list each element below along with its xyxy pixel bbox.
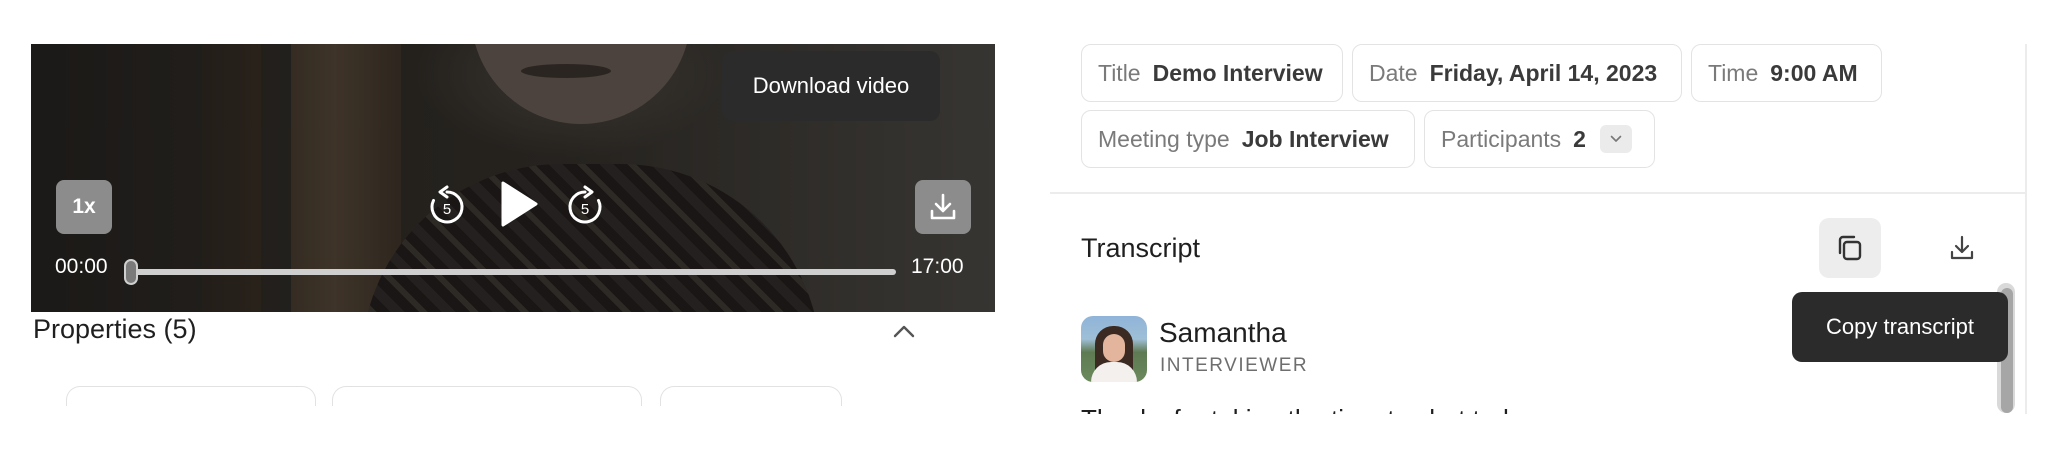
rewind-button[interactable]: 5 [420,180,474,234]
date-chip: Date Friday, April 14, 2023 [1352,44,1682,102]
play-icon [501,181,538,227]
meeting-type-label: Meeting type [1098,125,1230,152]
duration: 17:00 [911,255,964,278]
property-chip [660,386,842,406]
title-label: Title [1098,59,1141,86]
time-label: Time [1708,59,1759,86]
panel-bottom-edge [1050,414,2026,460]
chevron-down-icon [1610,135,1622,142]
time-chip: Time 9:00 AM [1691,44,1882,102]
section-divider [1050,192,2026,194]
download-icon [930,193,956,220]
meeting-type-value: Job Interview [1241,125,1389,152]
play-button[interactable] [489,172,549,236]
property-chip [66,386,316,406]
download-video-button[interactable] [915,180,971,234]
chevron-up-icon [893,325,915,338]
avatar [1081,316,1147,382]
panel-border [2025,44,2027,414]
playback-speed-button[interactable]: 1x [56,180,112,234]
svg-text:5: 5 [581,201,589,218]
copy-icon [1838,235,1862,261]
copy-transcript-button[interactable] [1819,218,1881,278]
rewind-5-icon: 5 [430,185,464,224]
app-stage: 1x 5 5 00:00 17:00 Download video Proper… [0,0,2066,460]
progress-handle[interactable] [124,259,138,285]
panel-bottom-edge [0,430,1040,460]
property-chip [332,386,642,406]
date-label: Date [1369,59,1418,86]
progress-bar[interactable] [131,269,896,275]
participants-count: 2 [1573,125,1586,152]
forward-button[interactable]: 5 [558,180,612,234]
properties-header[interactable]: Properties (5) [33,314,197,345]
title-chip: Title Demo Interview [1081,44,1343,102]
participants-expand-button[interactable] [1599,125,1632,153]
time-value: 9:00 AM [1770,59,1858,86]
current-time: 00:00 [55,255,108,278]
copy-transcript-tooltip: Copy transcript [1792,292,2008,362]
speaker-name: Samantha [1159,317,1287,348]
download-icon [1950,235,1974,260]
svg-text:5: 5 [443,201,451,218]
title-value: Demo Interview [1152,59,1323,86]
date-value: Friday, April 14, 2023 [1429,59,1658,86]
speaker-role: INTERVIEWER [1160,355,1309,376]
properties-collapse-button[interactable] [884,313,924,349]
forward-5-icon: 5 [568,185,602,224]
participants-label: Participants [1441,125,1562,152]
download-video-tooltip: Download video [722,51,940,121]
transcript-title: Transcript [1081,233,1201,263]
avatar-face [1103,334,1125,362]
meeting-type-chip: Meeting type Job Interview [1081,110,1415,168]
download-transcript-button[interactable] [1932,220,1992,276]
participants-chip: Participants 2 [1424,110,1655,168]
